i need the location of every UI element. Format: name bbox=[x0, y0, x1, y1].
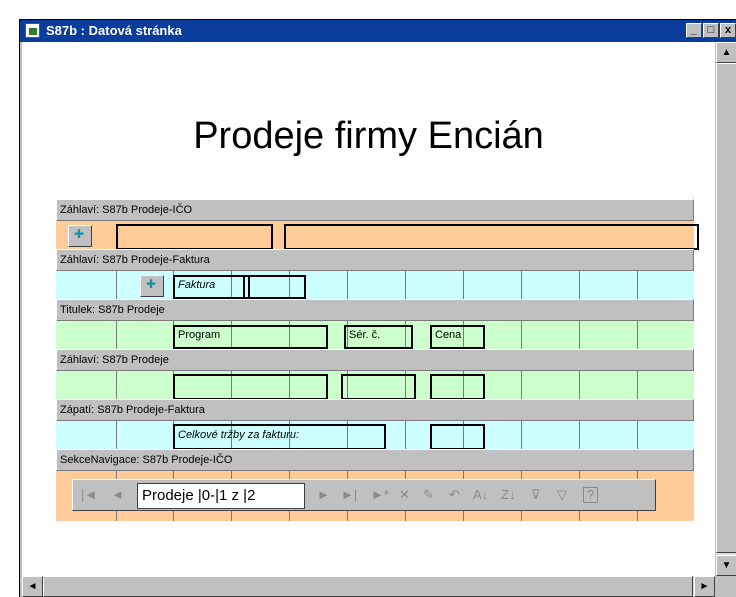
record-position-field[interactable]: Prodeje |0-|1 z |2 bbox=[137, 483, 305, 509]
expand-icon[interactable] bbox=[140, 275, 164, 297]
window-title: S87b : Datová stránka bbox=[46, 23, 182, 38]
delete-record-icon[interactable]: ✕ bbox=[399, 487, 410, 503]
apply-filter-icon[interactable]: ▽ bbox=[557, 487, 567, 503]
band-faktura-footer[interactable]: Zápatí: S87b Prodeje-Faktura bbox=[56, 399, 694, 421]
label-cena[interactable]: Cena bbox=[430, 325, 485, 349]
title-bar[interactable]: S87b : Datová stránka _ □ x bbox=[20, 20, 736, 42]
band-navigation[interactable]: SekceNavigace: S87b Prodeje-IČO bbox=[56, 449, 694, 471]
maximize-button[interactable]: □ bbox=[703, 23, 719, 38]
vertical-scroll-thumb[interactable] bbox=[716, 63, 736, 553]
sort-descending-icon[interactable]: Z↓ bbox=[501, 487, 515, 502]
previous-record-icon[interactable]: ◄ bbox=[111, 487, 124, 502]
ico-field-2[interactable] bbox=[284, 224, 699, 250]
scroll-up-icon[interactable]: ▲ bbox=[716, 42, 736, 63]
report-page: Prodeje firmy Encián Záhlaví: S87b Prode… bbox=[22, 42, 715, 576]
sort-ascending-icon[interactable]: A↓ bbox=[473, 487, 488, 502]
field-total[interactable] bbox=[430, 424, 485, 450]
band-faktura-header[interactable]: Záhlaví: S87b Prodeje-Faktura bbox=[56, 249, 694, 271]
band-ico-header[interactable]: Záhlaví: S87b Prodeje-IČO bbox=[56, 199, 694, 221]
field-program[interactable] bbox=[173, 374, 328, 400]
section-prodeje bbox=[56, 371, 694, 400]
section-caption: Program Sér. č. Cena bbox=[56, 321, 694, 349]
next-record-icon[interactable]: ► bbox=[317, 487, 330, 502]
help-icon[interactable]: ? bbox=[583, 487, 599, 503]
band-prodeje-header[interactable]: Záhlaví: S87b Prodeje bbox=[56, 349, 694, 371]
minimize-button[interactable]: _ bbox=[686, 23, 702, 38]
section-faktura-header: Faktura bbox=[56, 271, 694, 299]
last-record-icon[interactable]: ►| bbox=[341, 487, 357, 502]
filter-icon[interactable]: ⊽ bbox=[531, 487, 541, 503]
vertical-scrollbar[interactable]: ▲ ▼ bbox=[716, 42, 736, 576]
new-record-icon[interactable]: ►* bbox=[371, 487, 389, 502]
band-caption[interactable]: Titulek: S87b Prodeje bbox=[56, 299, 694, 321]
first-record-icon[interactable]: |◄ bbox=[81, 487, 97, 502]
undo-icon[interactable]: ↶ bbox=[449, 487, 460, 503]
field-faktura-value[interactable] bbox=[243, 275, 306, 299]
report-title: Prodeje firmy Encián bbox=[193, 115, 544, 157]
label-total[interactable]: Celkové tržby za fakturu: bbox=[173, 424, 386, 450]
label-ser-c[interactable]: Sér. č. bbox=[344, 325, 413, 349]
close-button[interactable]: x bbox=[720, 23, 736, 38]
ico-field-1[interactable] bbox=[116, 224, 273, 250]
section-faktura-footer: Celkové tržby za fakturu: bbox=[56, 421, 694, 450]
field-faktura[interactable]: Faktura bbox=[173, 275, 250, 299]
record-navigation-bar: |◄ ◄ Prodeje |0-|1 z |2 ► ►| ►* ✕ ✎ ↶ A↓… bbox=[72, 479, 656, 511]
horizontal-scrollbar[interactable]: ◄ ► bbox=[22, 576, 715, 597]
field-ser-c[interactable] bbox=[341, 374, 416, 400]
scroll-left-icon[interactable]: ◄ bbox=[22, 576, 43, 597]
expand-icon[interactable] bbox=[68, 225, 92, 247]
label-program[interactable]: Program bbox=[173, 325, 328, 349]
report-design-grid: Záhlaví: S87b Prodeje-IČO Záhlaví: S87b … bbox=[56, 199, 699, 569]
horizontal-scroll-thumb[interactable] bbox=[43, 576, 693, 597]
app-icon bbox=[25, 23, 40, 38]
scroll-right-icon[interactable]: ► bbox=[694, 576, 715, 597]
scroll-down-icon[interactable]: ▼ bbox=[716, 555, 736, 576]
window: S87b : Datová stránka _ □ x Prodeje firm… bbox=[19, 19, 736, 597]
section-ico-header bbox=[56, 221, 699, 250]
save-record-icon[interactable]: ✎ bbox=[423, 487, 434, 503]
section-navigation: |◄ ◄ Prodeje |0-|1 z |2 ► ►| ►* ✕ ✎ ↶ A↓… bbox=[56, 471, 694, 521]
field-cena[interactable] bbox=[430, 374, 485, 400]
